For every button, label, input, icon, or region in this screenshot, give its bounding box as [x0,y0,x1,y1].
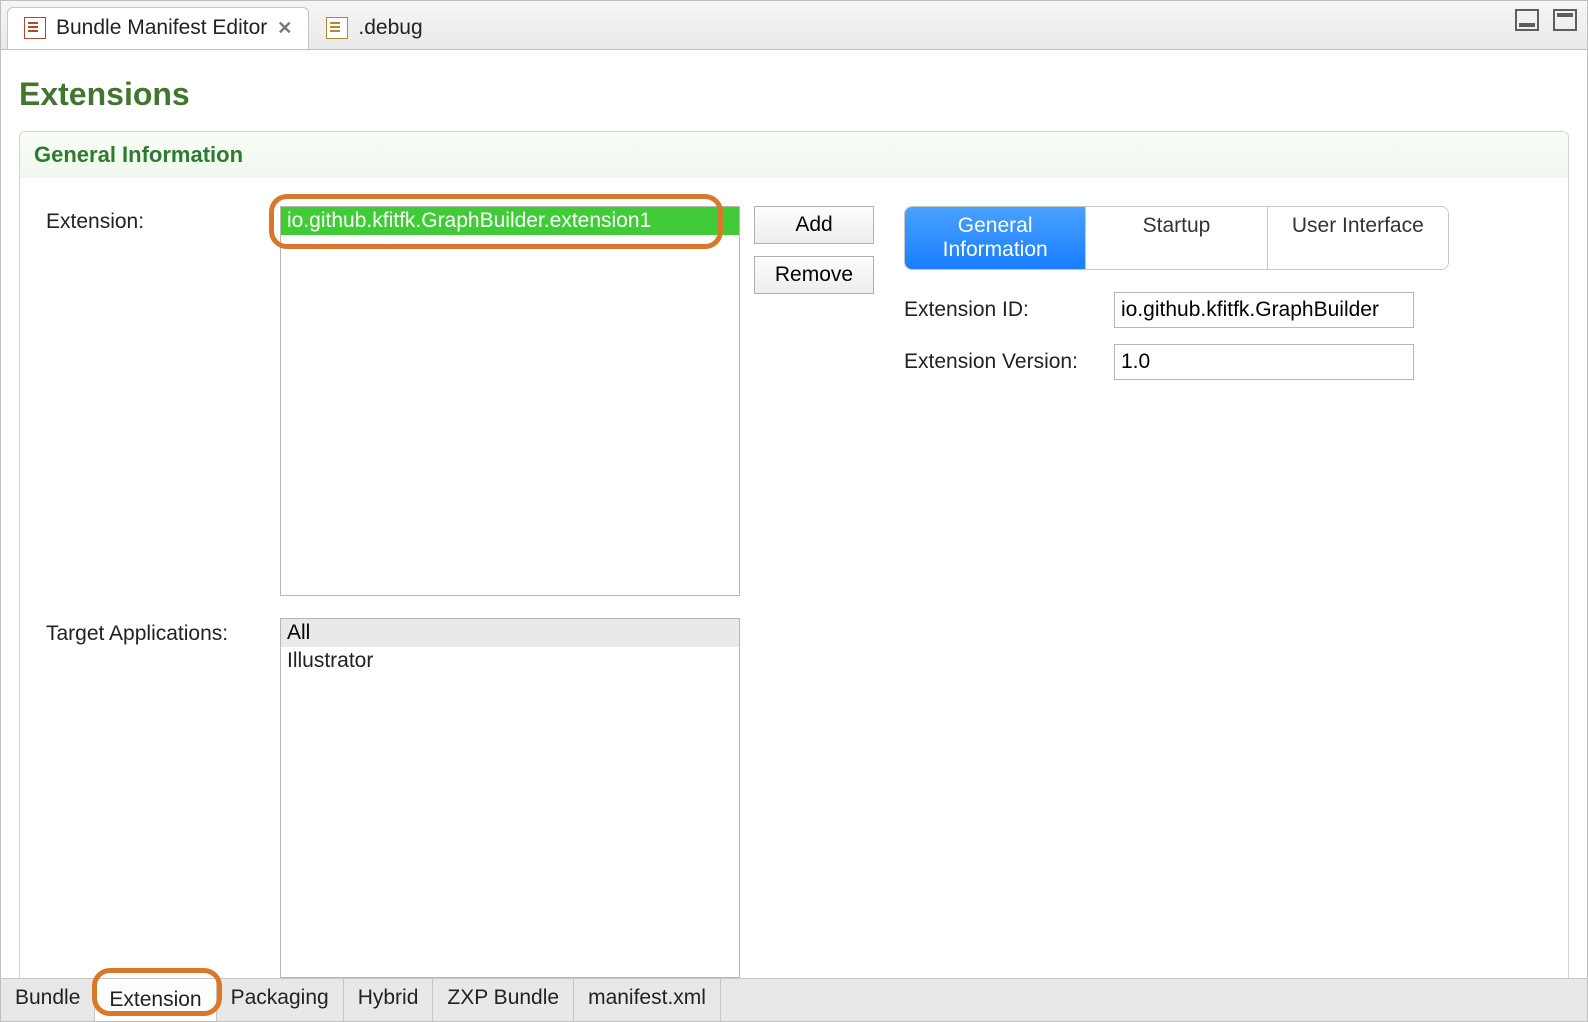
list-item[interactable]: io.github.kfitfk.GraphBuilder.extension1 [281,207,739,235]
target-apps-label: Target Applications: [46,618,266,978]
add-button[interactable]: Add [754,206,874,244]
section-title: General Information [20,132,1568,178]
window-controls [1515,9,1577,31]
page-title: Extensions [19,76,1569,113]
detail-tabs: General Information Startup User Interfa… [904,206,1449,270]
editor-tabstrip: Bundle Manifest Editor ✕ .debug [1,1,1587,50]
editor-tab-manifest[interactable]: Bundle Manifest Editor ✕ [7,7,309,49]
right-column: General Information Startup User Interfa… [904,206,1548,978]
page-tabs: Bundle Extension Packaging Hybrid ZXP Bu… [1,978,1587,1021]
list-item[interactable]: All [281,619,739,647]
editor-tab-label: .debug [358,16,422,40]
page-tab-extension[interactable]: Extension [95,979,216,1021]
detail-form: Extension ID: Extension Version: [904,292,1548,380]
page: Extensions General Information Extension… [1,50,1587,979]
minimize-icon[interactable] [1515,9,1539,31]
page-tab-hybrid[interactable]: Hybrid [344,979,434,1021]
extension-id-input[interactable] [1114,292,1414,328]
extension-id-label: Extension ID: [904,298,1114,322]
target-apps-list[interactable]: All Illustrator [280,618,740,978]
editor-tab-debug[interactable]: .debug [309,7,439,49]
list-item[interactable]: Illustrator [281,647,739,675]
maximize-icon[interactable] [1553,9,1577,31]
tab-user-interface[interactable]: User Interface [1268,207,1448,269]
extension-list[interactable]: io.github.kfitfk.GraphBuilder.extension1 [280,206,740,596]
extension-label: Extension: [46,206,266,596]
tab-general-info[interactable]: General Information [905,207,1086,269]
page-tab-packaging[interactable]: Packaging [217,979,344,1021]
document-icon [326,17,348,39]
page-tab-bundle[interactable]: Bundle [1,979,95,1021]
extension-version-input[interactable] [1114,344,1414,380]
manifest-icon [24,17,46,39]
remove-button[interactable]: Remove [754,256,874,294]
editor-tab-label: Bundle Manifest Editor [56,16,267,40]
left-column: Extension: io.github.kfitfk.GraphBuilder… [46,206,874,978]
extension-version-label: Extension Version: [904,350,1114,374]
section-general-info: General Information Extension: io.github… [19,131,1569,979]
tab-startup[interactable]: Startup [1086,207,1267,269]
page-tab-zxp[interactable]: ZXP Bundle [433,979,574,1021]
close-icon[interactable]: ✕ [277,18,292,39]
page-tab-manifest[interactable]: manifest.xml [574,979,721,1021]
